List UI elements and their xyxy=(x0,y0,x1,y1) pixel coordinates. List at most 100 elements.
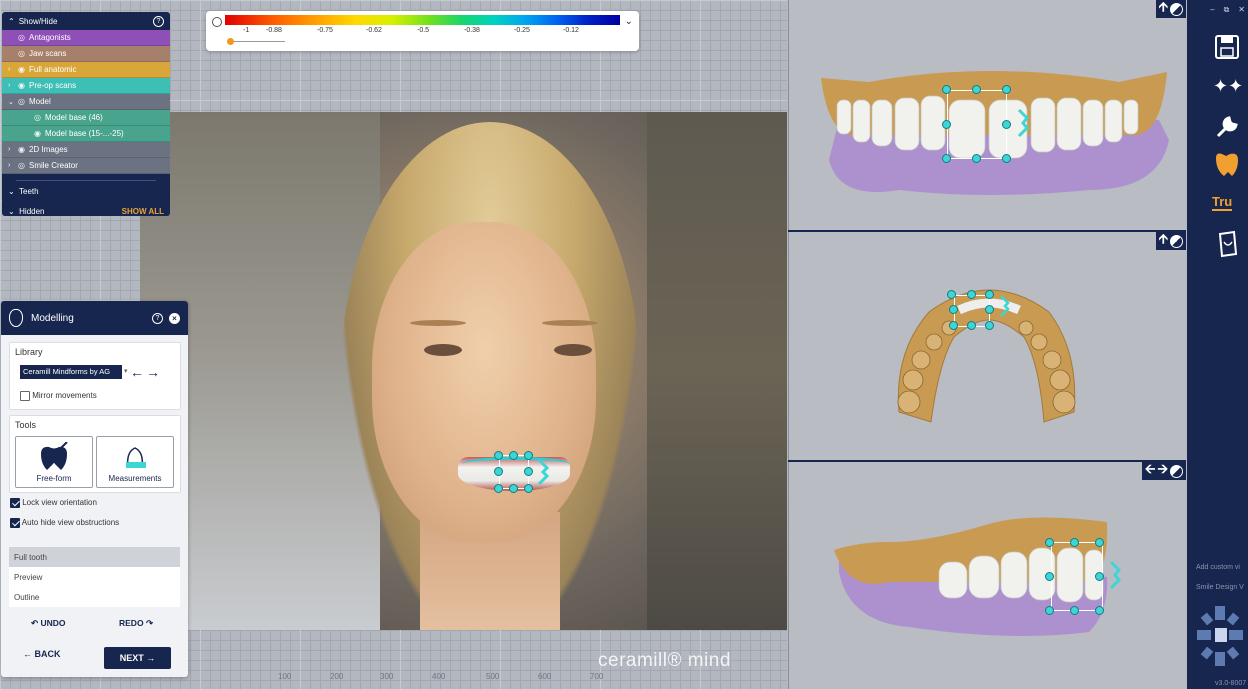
frame-handle[interactable] xyxy=(947,290,956,299)
free-form-tool-button[interactable]: Free-form xyxy=(15,436,93,488)
frame-handle[interactable] xyxy=(1095,606,1104,615)
eye-icon[interactable]: ◉ xyxy=(18,145,25,154)
eye-icon[interactable]: ◉ xyxy=(18,81,25,90)
gauge-icon[interactable] xyxy=(212,17,222,27)
layer-pre-op-scans[interactable]: › ◉ Pre-op scans xyxy=(2,78,170,94)
arrow-up-icon[interactable]: 🡩 xyxy=(1159,0,1168,20)
frame-handle[interactable] xyxy=(494,467,503,476)
tru-icon[interactable]: Tru xyxy=(1212,194,1233,211)
frame-handle[interactable] xyxy=(1045,606,1054,615)
rotate-handle-icon[interactable] xyxy=(1107,560,1123,590)
layer-jaw-scans[interactable]: ◎ Jaw scans xyxy=(2,46,170,62)
chevron-right-icon[interactable]: › xyxy=(8,82,14,89)
frame-handle[interactable] xyxy=(524,484,533,493)
half-circle-toggle-icon[interactable] xyxy=(1170,2,1183,16)
half-circle-toggle-icon[interactable] xyxy=(1170,464,1183,478)
layer-model-base-15-25[interactable]: ◉ Model base (15-...-25) xyxy=(2,126,170,142)
hidden-section[interactable]: ⌄ Hidden SHOW ALL xyxy=(2,201,170,216)
frame-handle[interactable] xyxy=(949,305,958,314)
chevron-down-icon[interactable]: ⌄ xyxy=(8,207,15,216)
minimize-icon[interactable]: – xyxy=(1210,5,1214,15)
arrow-left-icon[interactable]: 🡨 xyxy=(1145,460,1156,482)
frame-handle[interactable] xyxy=(942,85,951,94)
mirror-movements-row[interactable]: Mirror movements xyxy=(20,391,97,401)
eye-icon[interactable]: ◉ xyxy=(34,129,41,138)
auto-hide-row[interactable]: Auto hide view obstructions xyxy=(10,518,119,528)
frame-handle[interactable] xyxy=(967,321,976,330)
chevron-down-icon[interactable]: ⌄ xyxy=(625,16,633,27)
frame-handle[interactable] xyxy=(1002,120,1011,129)
smile-creator-icon[interactable] xyxy=(1216,230,1240,258)
chevron-up-icon[interactable]: ⌃ xyxy=(8,17,15,26)
show-hide-header[interactable]: ⌃ Show/Hide ? xyxy=(2,12,170,30)
frame-handle[interactable] xyxy=(985,290,994,299)
eye-icon[interactable]: ◉ xyxy=(18,65,25,74)
library-nav-arrows-icon[interactable]: ←→ xyxy=(130,364,162,380)
frame-handle[interactable] xyxy=(509,451,518,460)
eye-hidden-icon[interactable]: ◎ xyxy=(18,33,25,42)
occlusal-3d-view[interactable]: 🡩 xyxy=(788,231,1186,460)
lock-view-row[interactable]: Lock view orientation xyxy=(10,498,97,508)
frame-handle[interactable] xyxy=(1002,85,1011,94)
frame-handle[interactable] xyxy=(985,305,994,314)
chevron-right-icon[interactable]: › xyxy=(8,146,14,153)
frame-handle[interactable] xyxy=(985,321,994,330)
lock-view-checkbox[interactable] xyxy=(10,498,20,508)
tooth-design-icon[interactable] xyxy=(1214,152,1240,178)
frame-handle[interactable] xyxy=(1002,154,1011,163)
frame-handle[interactable] xyxy=(942,120,951,129)
lateral-3d-view[interactable]: 🡨 🡪 xyxy=(788,460,1186,689)
add-custom-view-label[interactable]: Add custom vi xyxy=(1196,564,1240,571)
layer-full-anatomic[interactable]: › ◉ Full anatomic xyxy=(2,62,170,78)
redo-button[interactable]: REDO ↷ xyxy=(119,618,153,629)
chevron-down-icon[interactable]: ⌄ xyxy=(8,187,15,196)
layer-smile-creator[interactable]: › ◎ Smile Creator xyxy=(2,158,170,174)
mode-preview[interactable]: Preview xyxy=(9,567,180,587)
eye-hidden-icon[interactable]: ◎ xyxy=(18,97,25,106)
restore-icon[interactable]: ⧉ xyxy=(1224,5,1230,15)
deviation-color-scale[interactable]: -1 -0.88 -0.75 -0.62 -0.5 -0.38 -0.25 -0… xyxy=(206,11,639,51)
rotate-handle-icon[interactable] xyxy=(535,458,551,486)
library-select[interactable]: Ceramill Mindforms by AG xyxy=(20,365,122,379)
frame-handle[interactable] xyxy=(1095,572,1104,581)
teeth-section[interactable]: ⌄ Teeth xyxy=(2,181,170,201)
eye-hidden-icon[interactable]: ◎ xyxy=(18,49,25,58)
dropdown-caret-icon[interactable]: ▾ xyxy=(124,367,128,375)
rotate-handle-icon[interactable] xyxy=(1015,108,1031,138)
wrench-icon[interactable] xyxy=(1214,114,1240,140)
close-window-icon[interactable]: ✕ xyxy=(1238,5,1245,15)
chevron-right-icon[interactable]: › xyxy=(8,66,14,73)
frame-handle[interactable] xyxy=(494,484,503,493)
frame-handle[interactable] xyxy=(1045,538,1054,547)
rotate-handle-icon[interactable] xyxy=(998,294,1012,318)
layer-model-base-46[interactable]: ◎ Model base (46) xyxy=(2,110,170,126)
close-icon[interactable]: × xyxy=(169,312,180,324)
smile-design-view-label[interactable]: Smile Design V xyxy=(1196,584,1244,591)
frame-handle[interactable] xyxy=(1070,606,1079,615)
frame-handle[interactable] xyxy=(949,321,958,330)
chevron-down-icon[interactable]: ⌄ xyxy=(8,98,14,106)
save-icon[interactable] xyxy=(1214,34,1240,60)
mirror-movements-checkbox[interactable] xyxy=(20,391,30,401)
help-icon[interactable]: ? xyxy=(152,312,163,324)
back-button[interactable]: ← BACK xyxy=(23,649,61,659)
next-button[interactable]: NEXT → xyxy=(104,647,171,669)
layer-2d-images[interactable]: › ◉ 2D Images xyxy=(2,142,170,158)
frame-handle[interactable] xyxy=(524,467,533,476)
threshold-slider-track[interactable] xyxy=(230,41,285,42)
frame-handle[interactable] xyxy=(494,451,503,460)
mode-full-tooth[interactable]: Full tooth xyxy=(9,547,180,567)
frame-handle[interactable] xyxy=(972,85,981,94)
show-all-button[interactable]: SHOW ALL xyxy=(122,207,164,216)
auto-hide-checkbox[interactable] xyxy=(10,518,20,528)
help-icon[interactable]: ? xyxy=(153,15,164,27)
frame-handle[interactable] xyxy=(524,451,533,460)
frame-handle[interactable] xyxy=(942,154,951,163)
eye-hidden-icon[interactable]: ◎ xyxy=(18,161,25,170)
frame-handle[interactable] xyxy=(967,290,976,299)
stars-icon[interactable]: ✦✦ xyxy=(1213,76,1243,97)
eye-hidden-icon[interactable]: ◎ xyxy=(34,113,41,122)
frame-handle[interactable] xyxy=(972,154,981,163)
layer-antagonists[interactable]: ◎ Antagonists xyxy=(2,30,170,46)
mode-outline[interactable]: Outline xyxy=(9,587,180,607)
